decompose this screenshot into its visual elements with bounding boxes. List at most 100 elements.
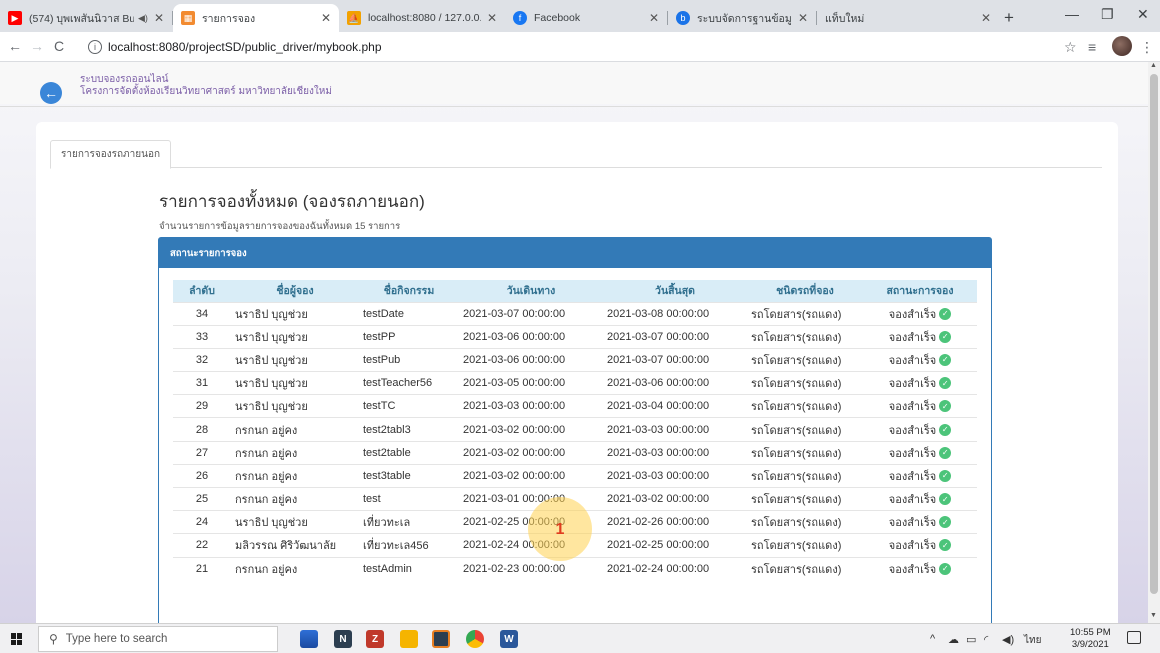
close-tab-icon[interactable]: ✕ bbox=[798, 11, 808, 25]
cell-end: 2021-03-03 00:00:00 bbox=[603, 440, 747, 465]
cell-start: 2021-02-23 00:00:00 bbox=[459, 556, 603, 581]
browser-menu-icon[interactable]: ⋮ bbox=[1140, 39, 1154, 56]
close-tab-icon[interactable]: ✕ bbox=[981, 11, 991, 25]
cell-status: จองสำเร็จ ✓ bbox=[863, 556, 977, 581]
file-explorer-icon[interactable] bbox=[400, 630, 418, 648]
scroll-down-icon[interactable]: ▼ bbox=[1150, 612, 1157, 619]
col-header-status: สถานะการจอง bbox=[863, 280, 977, 302]
scrollbar-thumb[interactable] bbox=[1150, 74, 1158, 594]
notification-icon[interactable] bbox=[1127, 631, 1141, 644]
tray-chevron-icon[interactable]: ^ bbox=[930, 633, 935, 645]
address-bar[interactable]: i localhost:8080/projectSD/public_driver… bbox=[88, 36, 1048, 58]
cell-booker: กรกนก อยู่คง bbox=[231, 486, 359, 511]
calendar-icon: ▦ bbox=[181, 11, 195, 25]
cell-no: 26 bbox=[173, 463, 231, 488]
table-row: 26 กรกนก อยู่คง test3table 2021-03-02 00:00… bbox=[173, 463, 977, 488]
taskbar-clock[interactable]: 10:55 PM 3/9/2021 bbox=[1070, 627, 1111, 651]
info-icon[interactable]: i bbox=[88, 40, 102, 54]
cell-booker: นราธิป บุญช่วย bbox=[231, 371, 359, 395]
cell-start: 2021-03-02 00:00:00 bbox=[459, 417, 603, 442]
cell-status: จองสำเร็จ ✓ bbox=[863, 347, 977, 372]
browser-tab-newtab[interactable]: แท็บใหม่ ✕ bbox=[817, 4, 999, 32]
cell-end: 2021-03-03 00:00:00 bbox=[603, 417, 747, 442]
check-circle-icon: ✓ bbox=[939, 493, 952, 506]
status-badge: จองสำเร็จ ✓ bbox=[889, 351, 952, 369]
status-badge: จองสำเร็จ ✓ bbox=[889, 305, 952, 323]
wifi-icon[interactable]: ◜ bbox=[984, 633, 988, 646]
sublime-icon[interactable] bbox=[432, 630, 450, 648]
browser-tab-youtube[interactable]: ▶ (574) บุพเพสันนิวาส Buppe ◀) ✕ bbox=[0, 4, 172, 32]
scroll-up-icon[interactable]: ▲ bbox=[1150, 62, 1157, 69]
table-row: 21 กรกนก อยู่คง testAdmin 2021-02-23 00:00:… bbox=[173, 556, 977, 581]
forward-arrow-icon[interactable]: → bbox=[30, 38, 44, 54]
cell-no: 32 bbox=[173, 347, 231, 372]
cell-vehicle: รถโดยสาร(รถแดง) bbox=[747, 510, 863, 534]
check-circle-icon: ✓ bbox=[939, 400, 952, 413]
site-title: ระบบจองรถออนไลน์ โครงการจัดตั้งห้องเรียน… bbox=[80, 74, 332, 97]
cell-start: 2021-03-06 00:00:00 bbox=[459, 347, 603, 372]
cell-vehicle: รถโดยสาร(รถแดง) bbox=[747, 440, 863, 465]
cell-vehicle: รถโดยสาร(รถแดง) bbox=[747, 371, 863, 395]
windows-start-icon[interactable] bbox=[11, 633, 23, 645]
close-tab-icon[interactable]: ✕ bbox=[487, 11, 497, 25]
browser-tab-facebook[interactable]: f Facebook ✕ bbox=[505, 4, 667, 32]
table-row: 34 นราธิป บุญช่วย testDate 2021-03-07 00:00… bbox=[173, 301, 977, 326]
cell-vehicle: รถโดยสาร(รถแดง) bbox=[747, 533, 863, 558]
check-circle-icon: ✓ bbox=[939, 446, 952, 459]
status-badge: จองสำเร็จ ✓ bbox=[889, 421, 952, 439]
cell-end: 2021-02-26 00:00:00 bbox=[603, 510, 747, 534]
maximize-icon[interactable]: ❐ bbox=[1101, 6, 1114, 23]
bookmark-star-icon[interactable]: ☆ bbox=[1064, 39, 1077, 56]
onedrive-icon[interactable]: ☁ bbox=[948, 633, 959, 646]
language-indicator[interactable]: ไทย bbox=[1024, 633, 1041, 648]
cell-booker: นราธิป บุญช่วย bbox=[231, 394, 359, 418]
check-circle-icon: ✓ bbox=[939, 307, 952, 320]
check-circle-icon: ✓ bbox=[939, 377, 952, 390]
window-close-icon[interactable]: ✕ bbox=[1137, 6, 1149, 23]
back-arrow-icon[interactable]: ← bbox=[8, 38, 22, 54]
cell-start: 2021-03-03 00:00:00 bbox=[459, 394, 603, 418]
reload-icon[interactable]: C bbox=[54, 38, 64, 54]
status-badge: จองสำเร็จ ✓ bbox=[889, 444, 952, 462]
taskbar-search[interactable]: ⚲ Type here to search bbox=[38, 626, 278, 652]
profile-avatar[interactable] bbox=[1112, 36, 1132, 56]
tab-nav: รายการจองรถภายนอก bbox=[50, 134, 1102, 169]
back-circle-icon[interactable]: ← bbox=[40, 82, 62, 104]
reading-list-icon[interactable]: ≡ bbox=[1088, 39, 1096, 55]
browser-tab-booking[interactable]: ▦ รายการจอง ✕ bbox=[173, 4, 339, 32]
speaker-icon[interactable]: ◀) bbox=[138, 13, 148, 24]
taskview-icon[interactable] bbox=[300, 630, 318, 648]
table-row: 32 นราธิป บุญช่วย testPub 2021-03-06 00:00:… bbox=[173, 347, 977, 372]
status-badge: จองสำเร็จ ✓ bbox=[889, 560, 952, 578]
col-header-activity: ชื่อกิจกรรม bbox=[359, 280, 459, 302]
close-tab-icon[interactable]: ✕ bbox=[321, 11, 331, 25]
minimize-icon[interactable]: — bbox=[1065, 6, 1079, 22]
vertical-scrollbar[interactable]: ▲ ▼ bbox=[1148, 62, 1160, 623]
new-tab-icon[interactable]: + bbox=[1004, 8, 1014, 28]
cell-no: 25 bbox=[173, 486, 231, 511]
filezilla-icon[interactable]: Z bbox=[366, 630, 384, 648]
cell-start: 2021-03-02 00:00:00 bbox=[459, 440, 603, 465]
word-icon[interactable]: W bbox=[500, 630, 518, 648]
cell-status: จองสำเร็จ ✓ bbox=[863, 463, 977, 488]
app-n-icon[interactable]: N bbox=[334, 630, 352, 648]
cell-end: 2021-03-07 00:00:00 bbox=[603, 347, 747, 372]
check-circle-icon: ✓ bbox=[939, 330, 952, 343]
cell-no: 28 bbox=[173, 417, 231, 442]
cell-vehicle: รถโดยสาร(รถแดง) bbox=[747, 394, 863, 418]
tab-external-booking[interactable]: รายการจองรถภายนอก bbox=[50, 140, 172, 169]
browser-tab-dbmanager[interactable]: b ระบบจัดการฐานข้อมูลโปรเจค ✕ bbox=[668, 4, 816, 32]
battery-icon[interactable]: ▭ bbox=[966, 633, 976, 646]
status-badge: จองสำเร็จ ✓ bbox=[889, 536, 952, 554]
cell-no: 24 bbox=[173, 510, 231, 534]
volume-icon[interactable]: ◀) bbox=[1002, 633, 1014, 646]
cell-booker: กรกนก อยู่คง bbox=[231, 463, 359, 488]
table-header-row: ลำดับ ชื่อผู้จอง ชื่อกิจกรรม วันเดินทาง … bbox=[173, 280, 977, 302]
browser-tab-phpmyadmin[interactable]: ⛵ localhost:8080 / 127.0.0.1 / b ✕ bbox=[339, 4, 505, 32]
chrome-icon[interactable] bbox=[466, 630, 484, 648]
col-header-vehicle: ชนิดรถที่จอง bbox=[747, 280, 863, 302]
close-tab-icon[interactable]: ✕ bbox=[154, 11, 164, 25]
cell-start: 2021-03-06 00:00:00 bbox=[459, 324, 603, 349]
cell-status: จองสำเร็จ ✓ bbox=[863, 510, 977, 534]
close-tab-icon[interactable]: ✕ bbox=[649, 11, 659, 25]
